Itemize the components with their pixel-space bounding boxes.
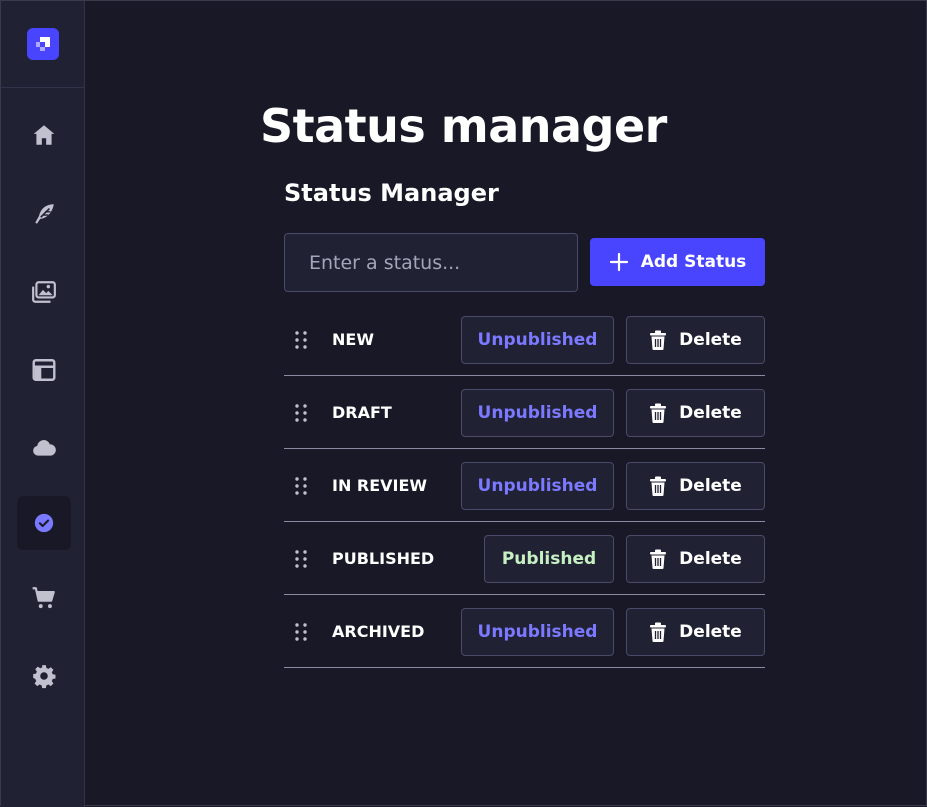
publish-toggle-button[interactable]: Unpublished bbox=[461, 608, 614, 656]
delete-label: Delete bbox=[679, 330, 742, 350]
trash-icon bbox=[650, 476, 667, 496]
sidebar-item-shop[interactable] bbox=[17, 571, 71, 625]
cart-icon bbox=[32, 587, 55, 609]
delete-label: Delete bbox=[679, 476, 742, 496]
drag-handle-icon[interactable] bbox=[294, 476, 308, 496]
delete-label: Delete bbox=[679, 403, 742, 423]
delete-button[interactable]: Delete bbox=[626, 389, 765, 437]
trash-icon bbox=[650, 403, 667, 423]
delete-label: Delete bbox=[679, 549, 742, 569]
drag-handle-icon[interactable] bbox=[294, 330, 308, 350]
publish-toggle-button[interactable]: Unpublished bbox=[461, 462, 614, 510]
sidebar-item-content[interactable] bbox=[17, 187, 71, 241]
sidebar bbox=[1, 1, 85, 807]
status-name: DRAFT bbox=[332, 403, 392, 422]
delete-button[interactable]: Delete bbox=[626, 608, 765, 656]
publish-toggle-button[interactable]: Unpublished bbox=[461, 316, 614, 364]
sidebar-item-home[interactable] bbox=[17, 108, 71, 162]
publish-toggle-button[interactable]: Published bbox=[484, 535, 614, 583]
drag-handle-icon[interactable] bbox=[294, 622, 308, 642]
sidebar-item-cloud[interactable] bbox=[17, 421, 71, 475]
status-row: NEW Unpublished Delete bbox=[284, 303, 765, 376]
cloud-icon bbox=[33, 440, 56, 456]
page-title: Status manager bbox=[260, 99, 667, 153]
feather-icon bbox=[35, 204, 54, 224]
status-name: NEW bbox=[332, 330, 374, 349]
add-status-label: Add Status bbox=[640, 252, 747, 272]
trash-icon bbox=[650, 330, 667, 350]
images-icon bbox=[32, 281, 56, 303]
sidebar-item-settings[interactable] bbox=[17, 649, 71, 703]
delete-label: Delete bbox=[679, 622, 742, 642]
status-list: NEW Unpublished Delete DRAFT Unpublished bbox=[284, 303, 765, 668]
status-row: ARCHIVED Unpublished Delete bbox=[284, 595, 765, 668]
main-content: Status manager Status Manager Add Status… bbox=[85, 1, 926, 805]
publish-toggle-button[interactable]: Unpublished bbox=[461, 389, 614, 437]
delete-button[interactable]: Delete bbox=[626, 535, 765, 583]
status-name: PUBLISHED bbox=[332, 549, 435, 568]
check-circle-icon bbox=[34, 513, 54, 533]
trash-icon bbox=[650, 622, 667, 642]
trash-icon bbox=[650, 549, 667, 569]
status-row: DRAFT Unpublished Delete bbox=[284, 376, 765, 449]
sidebar-item-media[interactable] bbox=[17, 265, 71, 319]
logo-area bbox=[1, 1, 84, 88]
sidebar-item-layout[interactable] bbox=[17, 343, 71, 397]
drag-handle-icon[interactable] bbox=[294, 403, 308, 423]
status-name: IN REVIEW bbox=[332, 476, 428, 495]
status-row: PUBLISHED Published Delete bbox=[284, 522, 765, 595]
drag-handle-icon[interactable] bbox=[294, 549, 308, 569]
section-title: Status Manager bbox=[284, 179, 499, 207]
status-input[interactable] bbox=[284, 233, 578, 292]
plus-icon bbox=[609, 252, 628, 272]
home-icon bbox=[33, 125, 55, 145]
gear-icon bbox=[33, 665, 56, 689]
status-row: IN REVIEW Unpublished Delete bbox=[284, 449, 765, 522]
add-status-button[interactable]: Add Status bbox=[590, 238, 765, 286]
delete-button[interactable]: Delete bbox=[626, 462, 765, 510]
logo-icon[interactable] bbox=[26, 28, 59, 60]
layout-icon bbox=[32, 359, 56, 381]
sidebar-item-status[interactable] bbox=[17, 496, 71, 550]
delete-button[interactable]: Delete bbox=[626, 316, 765, 364]
status-name: ARCHIVED bbox=[332, 622, 425, 641]
